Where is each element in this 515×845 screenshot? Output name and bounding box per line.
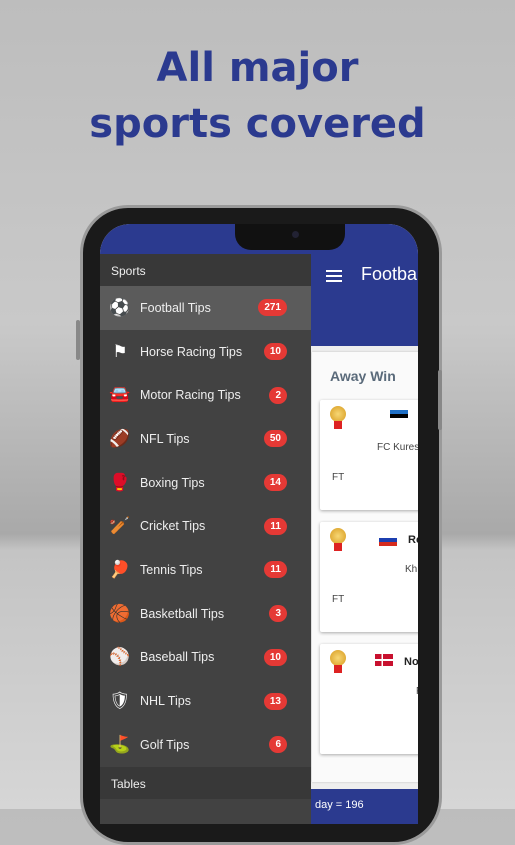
count-badge: 271 xyxy=(258,299,287,317)
norway-flag-icon xyxy=(375,654,393,666)
match-status: FT xyxy=(332,594,345,605)
drawer-item-cricket-tips[interactable]: 🏏 Cricket Tips 11 xyxy=(100,504,311,548)
drawer-item-horse-racing-tips[interactable]: ⚑ Horse Racing Tips 10 xyxy=(100,330,311,374)
drawer-item-nhl-tips[interactable]: 🛡 NHL Tips 13 xyxy=(100,679,311,723)
table-tennis-icon: 🏓 xyxy=(109,559,131,579)
basketball-icon: 🏀 xyxy=(109,603,131,623)
baseball-icon: ⚾ xyxy=(109,647,131,667)
drawer-item-label: Golf Tips xyxy=(140,737,190,752)
app-title: Football xyxy=(361,264,418,284)
drawer-item-label: Motor Racing Tips xyxy=(140,388,241,403)
footer-bar: day = 196 xyxy=(311,789,418,824)
nhl-shield-icon: 🛡 xyxy=(109,691,131,711)
section-title: Away Win xyxy=(330,368,396,384)
russia-flag-icon xyxy=(379,534,397,546)
count-badge: 10 xyxy=(263,343,287,361)
drawer-item-tennis-tips[interactable]: 🏓 Tennis Tips 11 xyxy=(100,548,311,592)
headline-line-1: All major xyxy=(156,45,359,91)
count-badge: 6 xyxy=(269,736,287,754)
drawer-item-football-tips[interactable]: ⚽ Football Tips 271 xyxy=(100,286,311,330)
count-badge: 11 xyxy=(264,561,287,579)
power-button xyxy=(438,370,442,430)
drawer-item-nfl-tips[interactable]: 🏈 NFL Tips 50 xyxy=(100,417,311,461)
drawer-item-basketball-tips[interactable]: 🏀 Basketball Tips 3 xyxy=(100,592,311,636)
drawer-item-motor-racing-tips[interactable]: 🚘 Motor Racing Tips 2 xyxy=(100,373,311,417)
drawer-item-label: Football Tips xyxy=(140,300,211,315)
match-status: FT xyxy=(332,472,345,483)
count-badge: 50 xyxy=(263,430,287,448)
medal-icon xyxy=(330,528,346,551)
drawer-item-boxing-tips[interactable]: 🥊 Boxing Tips 14 xyxy=(100,461,311,505)
cricket-bat-icon: 🏏 xyxy=(109,516,131,536)
camera xyxy=(292,231,299,238)
medal-icon xyxy=(330,650,346,673)
match-card[interactable]: No F xyxy=(320,644,418,754)
estonia-flag-icon xyxy=(390,410,408,422)
drawer-item-label: Cricket Tips xyxy=(140,519,206,534)
count-badge: 2 xyxy=(269,386,287,404)
tables-header: Tables xyxy=(100,766,311,799)
drawer-item-label: Tennis Tips xyxy=(140,562,203,577)
drawer-item-label: Boxing Tips xyxy=(140,475,205,490)
drawer-item-label: NHL Tips xyxy=(140,694,191,709)
drawer-item-label: Baseball Tips xyxy=(140,650,215,665)
notch xyxy=(235,224,345,250)
count-badge: 14 xyxy=(263,474,287,492)
team-name: F xyxy=(416,686,418,697)
team-code: No xyxy=(404,656,418,668)
count-badge: 3 xyxy=(269,605,287,623)
menu-icon[interactable] xyxy=(326,270,342,282)
sports-header: Sports xyxy=(100,254,311,286)
drawer-item-label: Basketball Tips xyxy=(140,606,225,621)
flag-icon: ⚑ xyxy=(112,341,128,361)
team-name: Kh xyxy=(405,564,418,575)
golf-clubs-icon: ⛳ xyxy=(109,734,131,754)
headline-line-2: sports covered xyxy=(89,101,426,147)
drawer-item-label: NFL Tips xyxy=(140,431,190,446)
drawer-item-baseball-tips[interactable]: ⚾ Baseball Tips 10 xyxy=(100,636,311,680)
count-badge: 10 xyxy=(263,648,287,666)
count-badge: 13 xyxy=(263,692,287,710)
drawer-item-label: Horse Racing Tips xyxy=(140,344,243,359)
match-card[interactable]: Ro Kh FT xyxy=(320,522,418,632)
drawer-item-golf-tips[interactable]: ⛳ Golf Tips 6 xyxy=(100,723,311,767)
team-name: FC Kures xyxy=(377,442,418,453)
american-football-icon: 🏈 xyxy=(109,428,131,448)
headline: All major sports covered xyxy=(0,40,515,152)
volume-button xyxy=(76,320,80,360)
match-card[interactable]: FC Kures FT xyxy=(320,400,418,510)
team-code: Ro xyxy=(408,534,418,546)
boxing-glove-icon: 🥊 xyxy=(109,472,131,492)
medal-icon xyxy=(330,406,346,429)
car-icon: 🚘 xyxy=(109,385,131,405)
soccer-ball-icon: ⚽ xyxy=(109,297,131,317)
count-badge: 11 xyxy=(264,517,287,535)
navigation-drawer: Sports ⚽ Football Tips 271 ⚑ Horse Racing Ti… xyxy=(100,254,311,824)
app-screen: Football Away Win FC Kures FT Ro Kh FT N… xyxy=(100,224,418,824)
